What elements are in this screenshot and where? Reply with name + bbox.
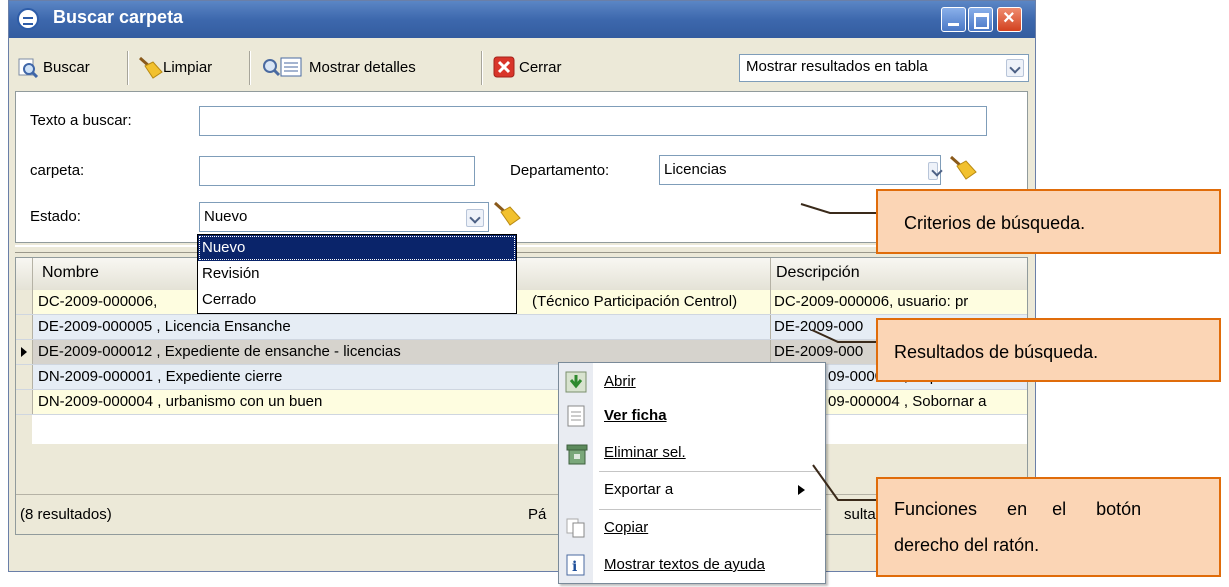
callout-text: derecho del ratón. (894, 535, 1040, 555)
callout-text: Funciones en el botón (894, 499, 1142, 519)
callout-right-click-functions: Funciones en el botón derecho del ratón. (876, 477, 1221, 577)
callout-search-results: Resultados de búsqueda. (876, 318, 1221, 382)
callout-text: Resultados de búsqueda. (894, 342, 1099, 362)
callout-text: Criterios de búsqueda. (904, 213, 1086, 233)
callout-search-criteria: Criterios de búsqueda. (876, 189, 1221, 254)
